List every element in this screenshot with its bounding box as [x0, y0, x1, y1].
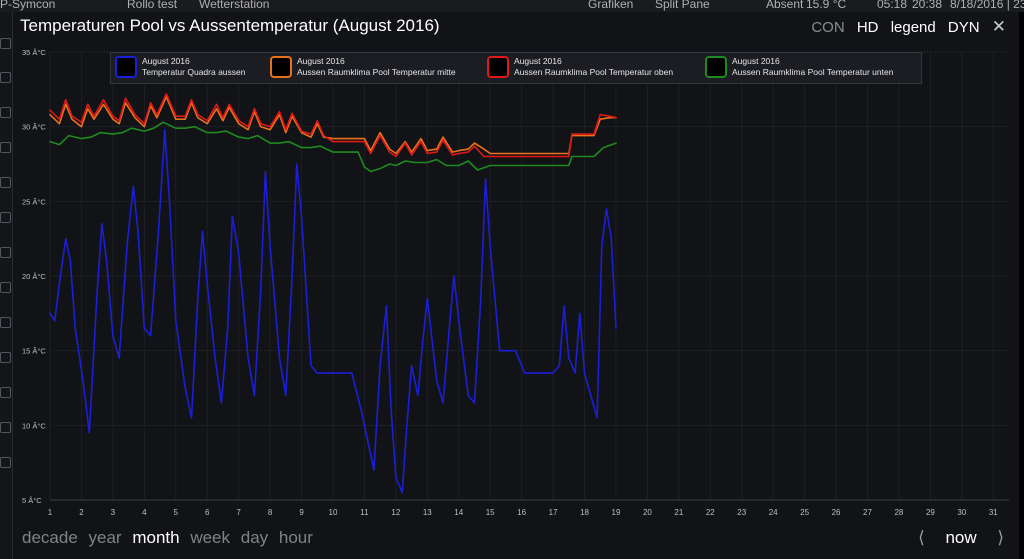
x-tick-label: 28 [894, 508, 903, 517]
x-tick-label: 25 [800, 508, 809, 517]
chart-grid [49, 51, 1009, 501]
legend-swatch [270, 56, 292, 78]
chart-axes: 1 2 3 4 5 6 7 8 9 10 11 12 13 14 15 16 17 18 19 20 21 22 23 24 2… [22, 48, 1009, 517]
x-tick-label: 31 [989, 508, 998, 517]
y-tick-label: 5 Â°C [22, 496, 42, 505]
chevron-right-icon[interactable]: ⟩ [997, 528, 1004, 547]
range-year[interactable]: year [89, 528, 122, 547]
x-tick-label: 12 [391, 508, 400, 517]
x-tick-label: 15 [486, 508, 495, 517]
x-tick-label: 30 [957, 508, 966, 517]
legend-swatch [115, 56, 137, 78]
y-tick-label: 15 Â°C [22, 347, 46, 356]
x-tick-label: 18 [580, 508, 589, 517]
y-tick-label: 30 Â°C [22, 123, 46, 132]
range-decade[interactable]: decade [22, 528, 78, 547]
range-hour[interactable]: hour [279, 528, 313, 547]
x-tick-label: 8 [268, 508, 273, 517]
y-tick-label: 20 Â°C [22, 272, 46, 281]
x-tick-label: 3 [111, 508, 116, 517]
x-tick-label: 6 [205, 508, 210, 517]
chevron-left-icon[interactable]: ⟨ [918, 528, 925, 547]
chart-legend: August 2016 Temperatur Quadra aussen Aug… [110, 52, 922, 84]
now-button[interactable]: now [945, 528, 976, 547]
x-tick-label: 4 [142, 508, 147, 517]
y-tick-label: 10 Â°C [22, 421, 46, 430]
x-tick-label: 21 [674, 508, 683, 517]
x-tick-label: 13 [423, 508, 432, 517]
x-tick-label: 20 [643, 508, 652, 517]
x-tick-label: 26 [832, 508, 841, 517]
legend-swatch [705, 56, 727, 78]
legend-swatch [487, 56, 509, 78]
x-tick-label: 24 [769, 508, 778, 517]
range-week[interactable]: week [190, 528, 230, 547]
x-tick-label: 1 [48, 508, 53, 517]
legend-label: August 2016 Aussen Raumklima Pool Temper… [732, 56, 894, 77]
x-tick-label: 19 [612, 508, 621, 517]
y-tick-label: 25 Â°C [22, 197, 46, 206]
x-tick-label: 27 [863, 508, 872, 517]
legend-label: August 2016 Aussen Raumklima Pool Temper… [297, 56, 456, 77]
range-day[interactable]: day [241, 528, 268, 547]
x-tick-label: 29 [926, 508, 935, 517]
legend-label: August 2016 Temperatur Quadra aussen [142, 56, 246, 77]
legend-label: August 2016 Aussen Raumklima Pool Temper… [514, 56, 674, 77]
x-tick-label: 2 [79, 508, 84, 517]
range-selector: decade year month week day hour [22, 528, 319, 548]
x-tick-label: 10 [329, 508, 338, 517]
x-tick-label: 17 [549, 508, 558, 517]
x-tick-label: 16 [517, 508, 526, 517]
x-tick-label: 23 [737, 508, 746, 517]
x-tick-label: 5 [174, 508, 179, 517]
x-tick-label: 11 [360, 508, 369, 517]
x-tick-label: 7 [236, 508, 241, 517]
time-navigation: ⟨ now ⟩ [902, 528, 1004, 548]
x-tick-label: 14 [454, 508, 463, 517]
x-tick-label: 22 [706, 508, 715, 517]
range-month[interactable]: month [132, 528, 179, 547]
y-tick-label: 35 Â°C [22, 48, 46, 57]
x-tick-label: 9 [299, 508, 304, 517]
